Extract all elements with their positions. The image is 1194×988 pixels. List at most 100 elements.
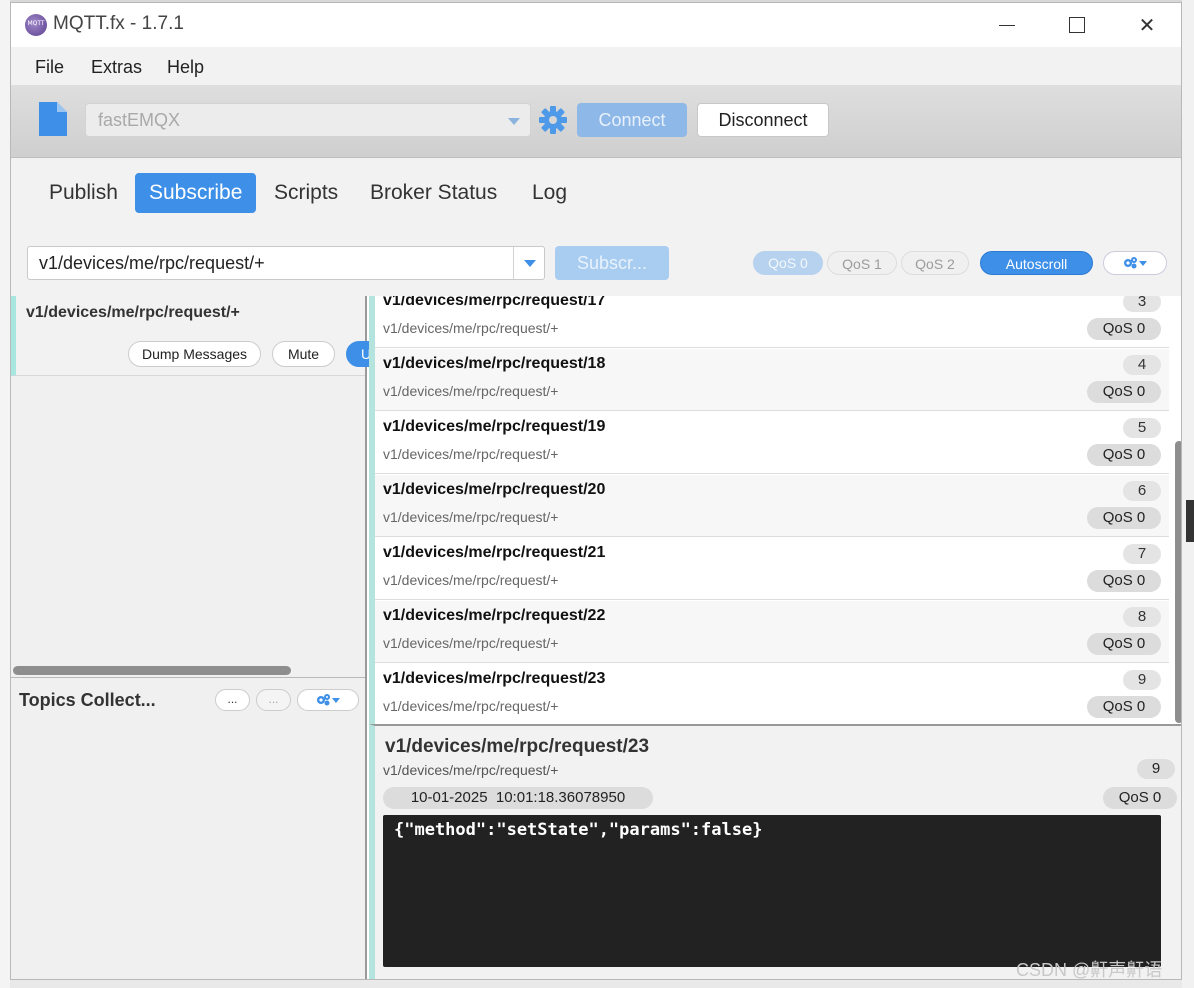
topic-history-dropdown[interactable] <box>513 247 544 279</box>
gears-dropdown-icon <box>317 694 340 706</box>
logo-text: MQTT <box>27 20 45 27</box>
connection-profile-select[interactable]: fastEMQX <box>85 103 531 137</box>
qos0-toggle[interactable]: QoS 0 <box>753 251 823 275</box>
app-window: MQTT MQTT.fx - 1.7.1 ✕ File Extras Help … <box>10 2 1182 980</box>
tab-subscribe[interactable]: Subscribe <box>135 173 257 213</box>
tab-log[interactable]: Log <box>518 173 581 213</box>
gears-dropdown-icon <box>1124 257 1147 269</box>
dump-messages-button[interactable]: Dump Messages <box>128 341 261 367</box>
message-row[interactable]: v1/devices/me/rpc/request/21 v1/devices/… <box>375 538 1169 600</box>
message-detail-pane: v1/devices/me/rpc/request/23 v1/devices/… <box>369 724 1181 979</box>
menu-file[interactable]: File <box>35 57 64 78</box>
detail-qos-badge: QoS 0 <box>1103 787 1177 809</box>
horizontal-scrollbar[interactable] <box>13 666 291 675</box>
subscription-topic: v1/devices/me/rpc/request/+ <box>26 304 240 321</box>
subscriptions-pane: v1/devices/me/rpc/request/+ Dump Message… <box>11 296 386 979</box>
menu-bar: File Extras Help <box>11 47 1181 85</box>
tab-broker-status[interactable]: Broker Status <box>356 173 511 213</box>
subscribe-toolbar: v1/devices/me/rpc/request/+ Subscr... Qo… <box>11 232 1181 296</box>
minimize-button[interactable] <box>987 9 1027 41</box>
minimize-icon <box>999 25 1015 26</box>
message-list[interactable]: v1/devices/me/rpc/request/17 v1/devices/… <box>369 296 1181 724</box>
message-qos-badge: QoS 0 <box>1087 318 1161 340</box>
divider <box>11 677 365 678</box>
disconnect-button[interactable]: Disconnect <box>697 103 829 137</box>
message-qos-badge: QoS 0 <box>1087 633 1161 655</box>
detail-filter: v1/devices/me/rpc/request/+ <box>383 762 559 778</box>
menu-extras[interactable]: Extras <box>91 57 142 78</box>
message-topic: v1/devices/me/rpc/request/18 <box>383 355 606 372</box>
message-row[interactable]: v1/devices/me/rpc/request/18 v1/devices/… <box>375 349 1169 411</box>
mqttfx-logo-icon: MQTT <box>25 14 47 36</box>
topics-collector-scan-button[interactable]: ... <box>215 689 250 711</box>
message-qos-badge: QoS 0 <box>1087 696 1161 718</box>
message-row[interactable]: v1/devices/me/rpc/request/17 v1/devices/… <box>375 296 1169 348</box>
message-topic: v1/devices/me/rpc/request/23 <box>383 670 606 687</box>
qos2-toggle[interactable]: QoS 2 <box>901 251 969 275</box>
message-topic: v1/devices/me/rpc/request/19 <box>383 418 606 435</box>
window-title: MQTT.fx - 1.7.1 <box>53 13 184 34</box>
connect-button[interactable]: Connect <box>577 103 687 137</box>
subscribe-topic-input[interactable]: v1/devices/me/rpc/request/+ <box>27 246 545 280</box>
mute-button[interactable]: Mute <box>272 341 335 367</box>
gear-icon[interactable] <box>538 105 568 135</box>
subscription-entry[interactable]: v1/devices/me/rpc/request/+ Dump Message… <box>11 296 386 376</box>
message-number-badge: 6 <box>1123 481 1161 501</box>
payload-viewer[interactable]: {"method":"setState","params":false} <box>383 815 1161 967</box>
desktop-background-left <box>0 0 10 988</box>
chevron-down-icon <box>524 260 536 267</box>
message-qos-badge: QoS 0 <box>1087 570 1161 592</box>
detail-timestamp: 10-01-2025 10:01:18.36078950 <box>383 787 653 809</box>
autoscroll-toggle[interactable]: Autoscroll <box>980 251 1093 275</box>
detail-topic: v1/devices/me/rpc/request/23 <box>385 736 650 757</box>
maximize-button[interactable] <box>1057 9 1097 41</box>
desktop-background-right <box>1182 0 1194 988</box>
tab-publish[interactable]: Publish <box>35 173 132 213</box>
menu-help[interactable]: Help <box>167 57 204 78</box>
message-filter: v1/devices/me/rpc/request/+ <box>383 698 559 714</box>
subscribe-button[interactable]: Subscr... <box>555 246 669 280</box>
desktop-background-dark <box>1186 500 1194 542</box>
message-number-badge: 5 <box>1123 418 1161 438</box>
message-number-badge: 8 <box>1123 607 1161 627</box>
title-bar: MQTT MQTT.fx - 1.7.1 ✕ <box>11 3 1181 47</box>
message-row[interactable]: v1/devices/me/rpc/request/22 v1/devices/… <box>375 601 1169 663</box>
subscribe-options-button[interactable] <box>1103 251 1167 275</box>
message-filter: v1/devices/me/rpc/request/+ <box>383 320 559 336</box>
chevron-down-icon <box>508 118 520 125</box>
connection-profile-value: fastEMQX <box>98 110 181 130</box>
vertical-scrollbar[interactable] <box>1175 441 1181 723</box>
message-filter: v1/devices/me/rpc/request/+ <box>383 635 559 651</box>
subscribe-topic-value: v1/devices/me/rpc/request/+ <box>39 253 265 273</box>
main-tabs: Publish Subscribe Scripts Broker Status … <box>11 158 1181 232</box>
maximize-icon <box>1069 17 1085 33</box>
close-icon: ✕ <box>1138 13 1156 37</box>
detail-number-badge: 9 <box>1137 759 1175 779</box>
message-row[interactable]: v1/devices/me/rpc/request/20 v1/devices/… <box>375 475 1169 537</box>
connection-toolbar: fastEMQX Connect Disconnect <box>11 85 1181 158</box>
topics-collector-clear-button[interactable]: ... <box>256 689 291 711</box>
message-filter: v1/devices/me/rpc/request/+ <box>383 572 559 588</box>
message-filter: v1/devices/me/rpc/request/+ <box>383 446 559 462</box>
message-filter: v1/devices/me/rpc/request/+ <box>383 383 559 399</box>
topics-collector-title: Topics Collect... <box>19 690 156 710</box>
tab-scripts[interactable]: Scripts <box>260 173 352 213</box>
topics-collector-options-button[interactable] <box>297 689 359 711</box>
message-topic: v1/devices/me/rpc/request/20 <box>383 481 606 498</box>
payload-text: {"method":"setState","params":false} <box>394 820 763 840</box>
message-number-badge: 9 <box>1123 670 1161 690</box>
new-profile-file-icon[interactable] <box>37 102 67 136</box>
message-row[interactable]: v1/devices/me/rpc/request/23 v1/devices/… <box>375 664 1169 724</box>
message-filter: v1/devices/me/rpc/request/+ <box>383 509 559 525</box>
message-qos-badge: QoS 0 <box>1087 507 1161 529</box>
message-topic: v1/devices/me/rpc/request/17 <box>383 296 606 309</box>
message-row[interactable]: v1/devices/me/rpc/request/19 v1/devices/… <box>375 412 1169 474</box>
message-number-badge: 3 <box>1123 296 1161 312</box>
close-button[interactable]: ✕ <box>1127 9 1167 41</box>
watermark: CSDN @鼾声鼾语 <box>1016 960 1163 980</box>
message-number-badge: 7 <box>1123 544 1161 564</box>
message-qos-badge: QoS 0 <box>1087 381 1161 403</box>
qos1-toggle[interactable]: QoS 1 <box>827 251 897 275</box>
message-number-badge: 4 <box>1123 355 1161 375</box>
message-qos-badge: QoS 0 <box>1087 444 1161 466</box>
